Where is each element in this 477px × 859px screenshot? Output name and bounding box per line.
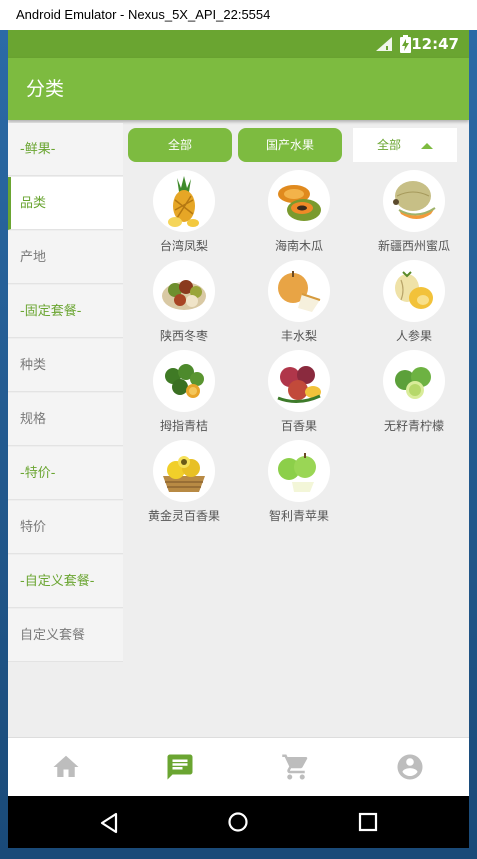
- sidebar-item-label: -固定套餐-: [20, 304, 82, 319]
- lime-icon: [383, 350, 445, 412]
- cart-icon: [282, 754, 308, 780]
- sort-dropdown[interactable]: 全部: [353, 128, 457, 162]
- chevron-up-icon: [421, 142, 433, 149]
- product-item[interactable]: 百香果: [243, 350, 355, 438]
- melon-icon: [383, 170, 445, 232]
- product-item[interactable]: 黄金灵百香果: [128, 440, 240, 528]
- pear-icon: [268, 260, 330, 322]
- filter-domestic-button[interactable]: 国产水果: [238, 128, 342, 162]
- sidebar-item-origin[interactable]: 产地: [8, 231, 123, 284]
- product-item[interactable]: 丰水梨: [243, 260, 355, 348]
- sidebar-item-special-group[interactable]: -特价-: [8, 447, 123, 500]
- status-time: 12:47: [411, 35, 459, 53]
- sidebar-item-kind[interactable]: 种类: [8, 339, 123, 392]
- sidebar-item-label: 规格: [20, 412, 47, 427]
- product-name: 陕西冬枣: [159, 329, 208, 343]
- account-icon: [397, 754, 423, 780]
- sidebar-item-custom-group[interactable]: -自定义套餐-: [8, 555, 123, 608]
- product-name: 人参果: [395, 329, 432, 343]
- sidebar-item-category[interactable]: 品类: [8, 177, 123, 230]
- filter-all-button[interactable]: 全部: [128, 128, 232, 162]
- nav-cart-button[interactable]: [281, 752, 311, 782]
- phone-screen: 12:47 分类 -鲜果- 品类 产地 -固定套餐- 种类 规格 -特价- 特价…: [8, 30, 469, 848]
- product-name: 海南木瓜: [274, 239, 323, 253]
- sidebar-item-label: 品类: [20, 196, 47, 211]
- passion-fruit-icon: [268, 350, 330, 412]
- app-bar: 分类: [8, 58, 469, 120]
- sidebar-item-label: -鲜果-: [20, 142, 56, 157]
- product-item[interactable]: 新疆西州蜜瓜: [358, 170, 469, 258]
- papaya-icon: [268, 170, 330, 232]
- sidebar-item-label: 特价: [20, 520, 47, 535]
- jujube-icon: [153, 260, 215, 322]
- sidebar-item-label: -特价-: [20, 466, 56, 481]
- sidebar-item-label: -自定义套餐-: [20, 574, 95, 589]
- sort-dropdown-label: 全部: [376, 138, 401, 152]
- product-name: 台湾凤梨: [159, 239, 208, 253]
- recents-icon[interactable]: [358, 812, 378, 832]
- nav-account-button[interactable]: [395, 752, 425, 782]
- sidebar-item-fresh-group[interactable]: -鲜果-: [8, 123, 123, 176]
- nav-category-button[interactable]: [165, 752, 195, 782]
- product-item[interactable]: 人参果: [358, 260, 469, 348]
- home-icon: [53, 755, 79, 777]
- sidebar-item-fixed-package-group[interactable]: -固定套餐-: [8, 285, 123, 338]
- sidebar-item-label: 自定义套餐: [20, 628, 86, 643]
- window-border-left: [0, 30, 8, 859]
- green-apple-icon: [268, 440, 330, 502]
- product-grid: 台湾凤梨 海南木瓜 新疆西州蜜瓜 陕西冬枣 丰水梨 人参果 拇指青桔 百香果 无…: [128, 170, 468, 530]
- product-item[interactable]: 陕西冬枣: [128, 260, 240, 348]
- pineapple-icon: [153, 170, 215, 232]
- category-chat-icon: [167, 754, 193, 780]
- golden-passion-fruit-icon: [153, 440, 215, 502]
- home-circle-icon[interactable]: [227, 811, 249, 833]
- sidebar-item-custom[interactable]: 自定义套餐: [8, 609, 123, 662]
- window-title: Android Emulator - Nexus_5X_API_22:5554: [16, 7, 271, 22]
- product-name: 黄金灵百香果: [147, 509, 220, 523]
- sidebar-item-spec[interactable]: 规格: [8, 393, 123, 446]
- product-name: 百香果: [280, 419, 317, 433]
- product-item[interactable]: 台湾凤梨: [128, 170, 240, 258]
- filter-domestic-label: 国产水果: [265, 138, 314, 152]
- sidebar-item-label: 产地: [20, 250, 47, 265]
- page-title: 分类: [26, 78, 65, 100]
- signal-icon: [376, 37, 392, 51]
- product-item[interactable]: 智利青苹果: [243, 440, 355, 528]
- filter-all-label: 全部: [167, 138, 192, 152]
- battery-icon: [400, 35, 411, 53]
- nav-home-button[interactable]: [51, 752, 81, 782]
- back-icon[interactable]: [98, 812, 120, 834]
- sidebar-item-label: 种类: [20, 358, 47, 373]
- filter-bar: 全部 国产水果 全部: [128, 128, 458, 162]
- product-item[interactable]: 拇指青桔: [128, 350, 240, 438]
- product-item[interactable]: 无籽青柠檬: [358, 350, 469, 438]
- android-navigation-bar: [8, 796, 469, 848]
- category-sidebar: -鲜果- 品类 产地 -固定套餐- 种类 规格 -特价- 特价 -自定义套餐- …: [8, 123, 123, 662]
- window-titlebar: Android Emulator - Nexus_5X_API_22:5554: [0, 0, 477, 30]
- desktop-background: [0, 848, 477, 859]
- product-name: 智利青苹果: [268, 509, 329, 523]
- product-name: 拇指青桔: [159, 419, 208, 433]
- pepino-icon: [383, 260, 445, 322]
- sidebar-item-special[interactable]: 特价: [8, 501, 123, 554]
- product-name: 丰水梨: [280, 329, 317, 343]
- product-name: 新疆西州蜜瓜: [377, 239, 450, 253]
- green-tangerine-icon: [153, 350, 215, 412]
- window-border-right: [469, 30, 477, 859]
- product-item[interactable]: 海南木瓜: [243, 170, 355, 258]
- bottom-navigation: [8, 737, 469, 797]
- status-bar: 12:47: [8, 30, 469, 58]
- product-name: 无籽青柠檬: [383, 419, 444, 433]
